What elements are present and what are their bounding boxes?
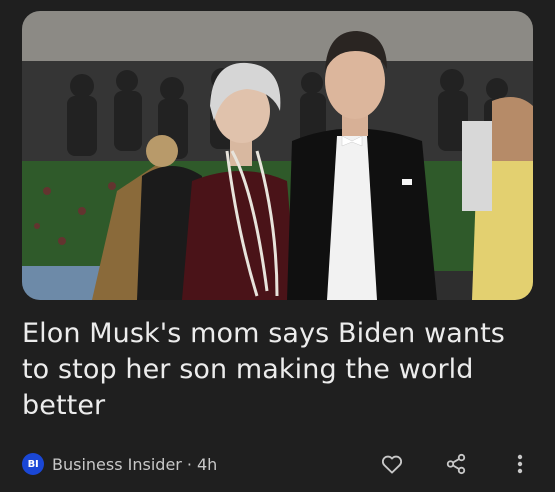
more-vertical-icon bbox=[517, 454, 523, 474]
more-options-button[interactable] bbox=[506, 450, 534, 478]
news-card[interactable]: Elon Musk's mom says Biden wants to stop… bbox=[0, 0, 555, 492]
share-icon bbox=[446, 453, 466, 475]
article-headline[interactable]: Elon Musk's mom says Biden wants to stop… bbox=[22, 316, 532, 424]
card-actions bbox=[0, 450, 555, 478]
article-photo bbox=[22, 11, 533, 300]
article-image[interactable] bbox=[22, 11, 533, 300]
like-button[interactable] bbox=[378, 450, 406, 478]
heart-icon bbox=[381, 455, 403, 474]
share-button[interactable] bbox=[442, 450, 470, 478]
